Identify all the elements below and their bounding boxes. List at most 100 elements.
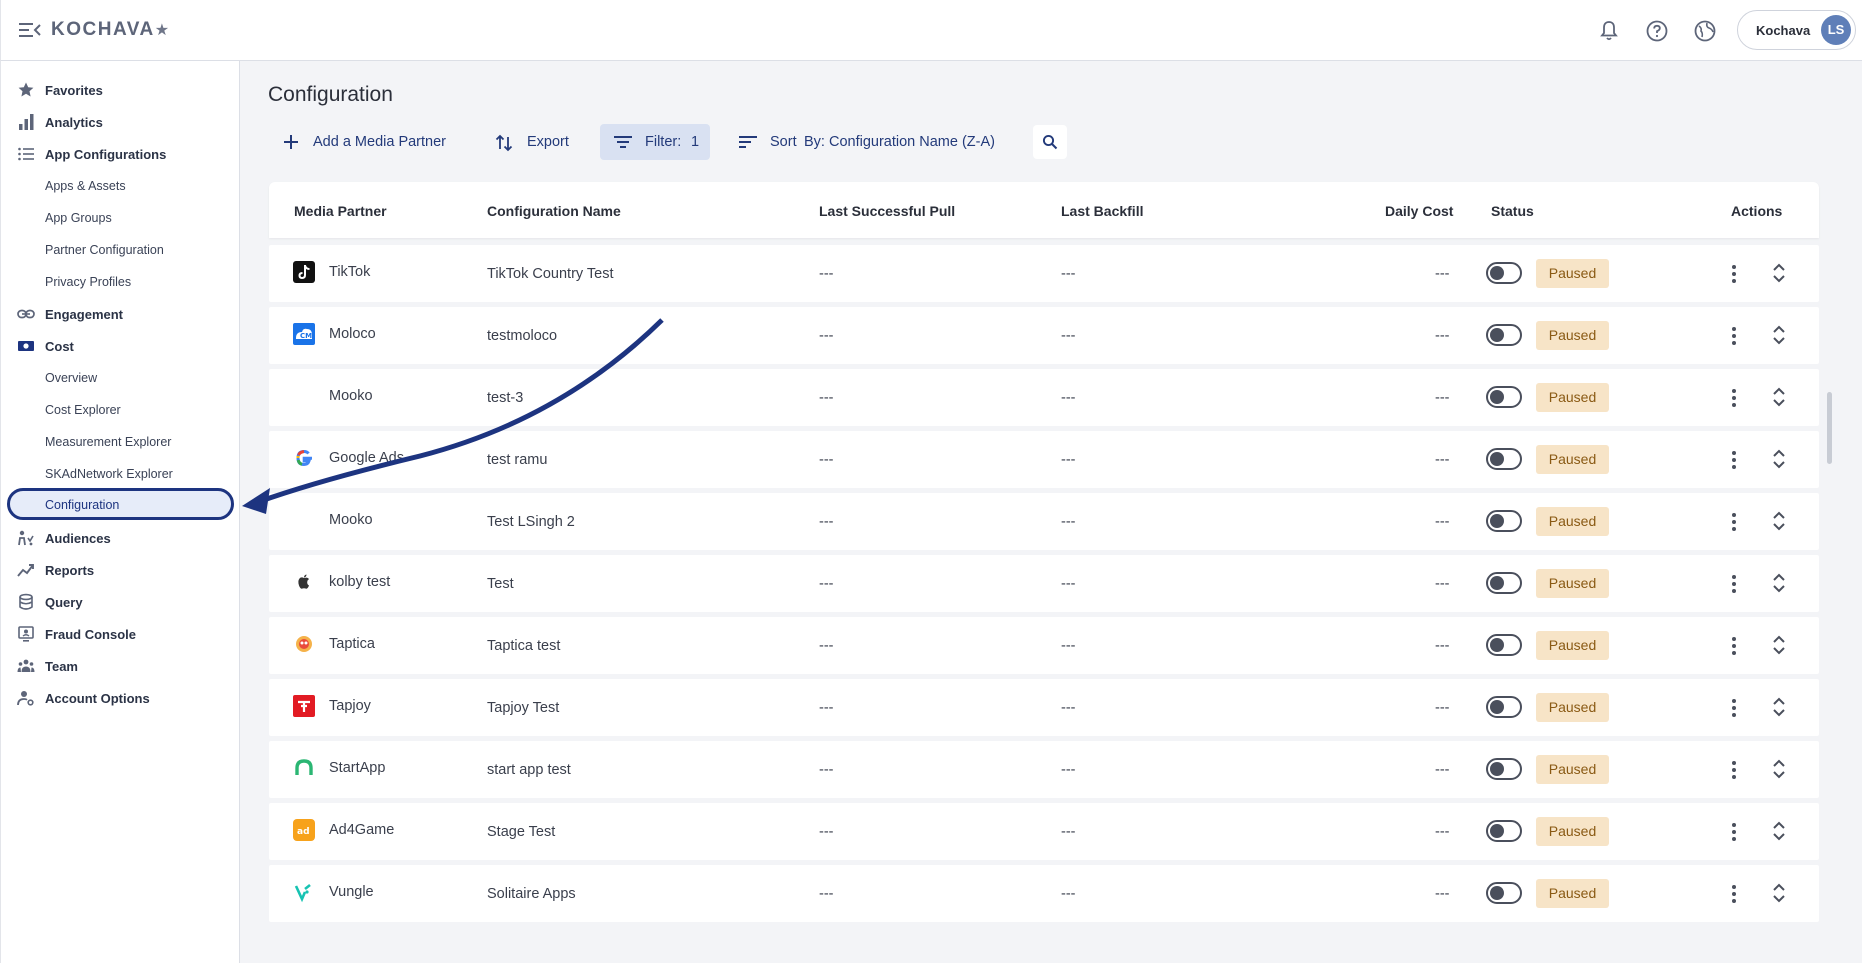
sidebar-item-label: Engagement [45, 307, 124, 322]
sidebar-item-audiences[interactable]: Audiences [1, 525, 240, 551]
configuration-name[interactable]: Test [487, 576, 514, 592]
sidebar-item-favorites[interactable]: Favorites [1, 77, 240, 103]
expand-row-icon[interactable] [1769, 881, 1789, 905]
table-row[interactable]: Tapjoy Tapjoy Test --- --- --- Paused [269, 679, 1819, 736]
search-button[interactable] [1033, 125, 1067, 159]
more-options-icon[interactable] [1727, 635, 1741, 657]
configuration-name[interactable]: TikTok Country Test [487, 266, 614, 282]
table-row[interactable]: Mooko test-3 --- --- --- Paused [269, 369, 1819, 426]
more-options-icon[interactable] [1727, 325, 1741, 347]
sidebar-item-analytics[interactable]: Analytics [1, 109, 240, 135]
status-toggle[interactable] [1486, 758, 1522, 780]
configuration-name[interactable]: Stage Test [487, 824, 555, 840]
column-header-status[interactable]: Status [1491, 203, 1534, 219]
kochava-logo[interactable]: KOCHAVA★ [51, 19, 169, 41]
status-toggle[interactable] [1486, 324, 1522, 346]
sidebar-item-apps-assets[interactable]: Apps & Assets [1, 173, 240, 199]
table-row[interactable]: Taptica Taptica test --- --- --- Paused [269, 617, 1819, 674]
export-button[interactable]: Export [492, 124, 574, 160]
sidebar-item-cost[interactable]: Cost [1, 333, 240, 359]
configuration-name[interactable]: Test LSingh 2 [487, 514, 575, 530]
column-header-media-partner[interactable]: Media Partner [294, 203, 387, 219]
more-options-icon[interactable] [1727, 511, 1741, 533]
more-options-icon[interactable] [1727, 697, 1741, 719]
expand-row-icon[interactable] [1769, 633, 1789, 657]
account-menu-button[interactable]: Kochava LS [1737, 10, 1856, 50]
sidebar-item-app-groups[interactable]: App Groups [1, 205, 240, 231]
sidebar-item-engagement[interactable]: Engagement [1, 301, 240, 327]
sidebar-item-fraud-console[interactable]: Fraud Console [1, 621, 240, 647]
sidebar-item-app-configurations[interactable]: App Configurations [1, 141, 240, 167]
sidebar-item-partner-configuration[interactable]: Partner Configuration [1, 237, 240, 263]
table-row[interactable]: TikTok TikTok Country Test --- --- --- P… [269, 245, 1819, 302]
sidebar-item-account-options[interactable]: Account Options [1, 685, 240, 711]
bell-icon[interactable] [1597, 19, 1621, 43]
sidebar-item-configuration[interactable]: Configuration [7, 488, 234, 520]
help-icon[interactable] [1645, 19, 1669, 43]
add-media-partner-button[interactable]: Add a Media Partner [278, 124, 456, 160]
status-toggle[interactable] [1486, 572, 1522, 594]
configuration-name[interactable]: test ramu [487, 452, 547, 468]
configuration-name[interactable]: Taptica test [487, 638, 560, 654]
configuration-name[interactable]: start app test [487, 762, 571, 778]
status-toggle[interactable] [1486, 448, 1522, 470]
sidebar-item-skadnetwork-explorer[interactable]: SKAdNetwork Explorer [1, 461, 240, 487]
sidebar-item-overview[interactable]: Overview [1, 365, 240, 391]
expand-row-icon[interactable] [1769, 385, 1789, 409]
team-icon [17, 659, 35, 672]
expand-row-icon[interactable] [1769, 323, 1789, 347]
scrollbar-thumb[interactable] [1827, 392, 1832, 464]
column-header-last-successful-pull[interactable]: Last Successful Pull [819, 203, 955, 219]
more-options-icon[interactable] [1727, 759, 1741, 781]
configuration-name[interactable]: Solitaire Apps [487, 886, 576, 902]
status-toggle[interactable] [1486, 510, 1522, 532]
sidebar-item-team[interactable]: Team [1, 653, 240, 679]
status-toggle[interactable] [1486, 634, 1522, 656]
table-row[interactable]: Google Ads test ramu --- --- --- Paused [269, 431, 1819, 488]
expand-row-icon[interactable] [1769, 695, 1789, 719]
expand-row-icon[interactable] [1769, 571, 1789, 595]
expand-row-icon[interactable] [1769, 819, 1789, 843]
sidebar-item-cost-explorer[interactable]: Cost Explorer [1, 397, 240, 423]
table-row[interactable]: kolby test Test --- --- --- Paused [269, 555, 1819, 612]
configuration-name[interactable]: test-3 [487, 390, 523, 406]
filter-button[interactable]: Filter: 1 [600, 124, 710, 160]
sidebar-item-measurement-explorer[interactable]: Measurement Explorer [1, 429, 240, 455]
status-toggle[interactable] [1486, 386, 1522, 408]
table-row[interactable]: CM Moloco testmoloco --- --- --- Paused [269, 307, 1819, 364]
column-header-daily-cost[interactable]: Daily Cost [1385, 203, 1453, 219]
status-toggle[interactable] [1486, 262, 1522, 284]
status-toggle[interactable] [1486, 820, 1522, 842]
expand-row-icon[interactable] [1769, 261, 1789, 285]
more-options-icon[interactable] [1727, 387, 1741, 409]
daily-cost: --- [1435, 762, 1450, 778]
filter-count: 1 [691, 134, 700, 150]
sidebar-item-privacy-profiles[interactable]: Privacy Profiles [1, 269, 240, 295]
globe-icon[interactable] [1693, 19, 1717, 43]
more-options-icon[interactable] [1727, 883, 1741, 905]
configuration-name[interactable]: Tapjoy Test [487, 700, 559, 716]
expand-row-icon[interactable] [1769, 509, 1789, 533]
more-options-icon[interactable] [1727, 449, 1741, 471]
table-row[interactable]: ad Ad4Game Stage Test --- --- --- Paused [269, 803, 1819, 860]
status-toggle[interactable] [1486, 696, 1522, 718]
status-badge: Paused [1536, 693, 1609, 722]
last-successful-pull: --- [819, 266, 834, 282]
status-toggle[interactable] [1486, 882, 1522, 904]
column-header-last-backfill[interactable]: Last Backfill [1061, 203, 1143, 219]
more-options-icon[interactable] [1727, 573, 1741, 595]
table-row[interactable]: StartApp start app test --- --- --- Paus… [269, 741, 1819, 798]
menu-collapse-icon[interactable] [19, 20, 41, 40]
sidebar-item-reports[interactable]: Reports [1, 557, 240, 583]
sort-button[interactable]: Sort By: Configuration Name (Z-A) [736, 124, 1006, 160]
configuration-name[interactable]: testmoloco [487, 328, 557, 344]
expand-row-icon[interactable] [1769, 757, 1789, 781]
sidebar-item-query[interactable]: Query [1, 589, 240, 615]
more-options-icon[interactable] [1727, 263, 1741, 285]
table-row[interactable]: Vungle Solitaire Apps --- --- --- Paused [269, 865, 1819, 922]
more-options-icon[interactable] [1727, 821, 1741, 843]
daily-cost: --- [1435, 266, 1450, 282]
column-header-configuration-name[interactable]: Configuration Name [487, 203, 621, 219]
table-row[interactable]: Mooko Test LSingh 2 --- --- --- Paused [269, 493, 1819, 550]
expand-row-icon[interactable] [1769, 447, 1789, 471]
